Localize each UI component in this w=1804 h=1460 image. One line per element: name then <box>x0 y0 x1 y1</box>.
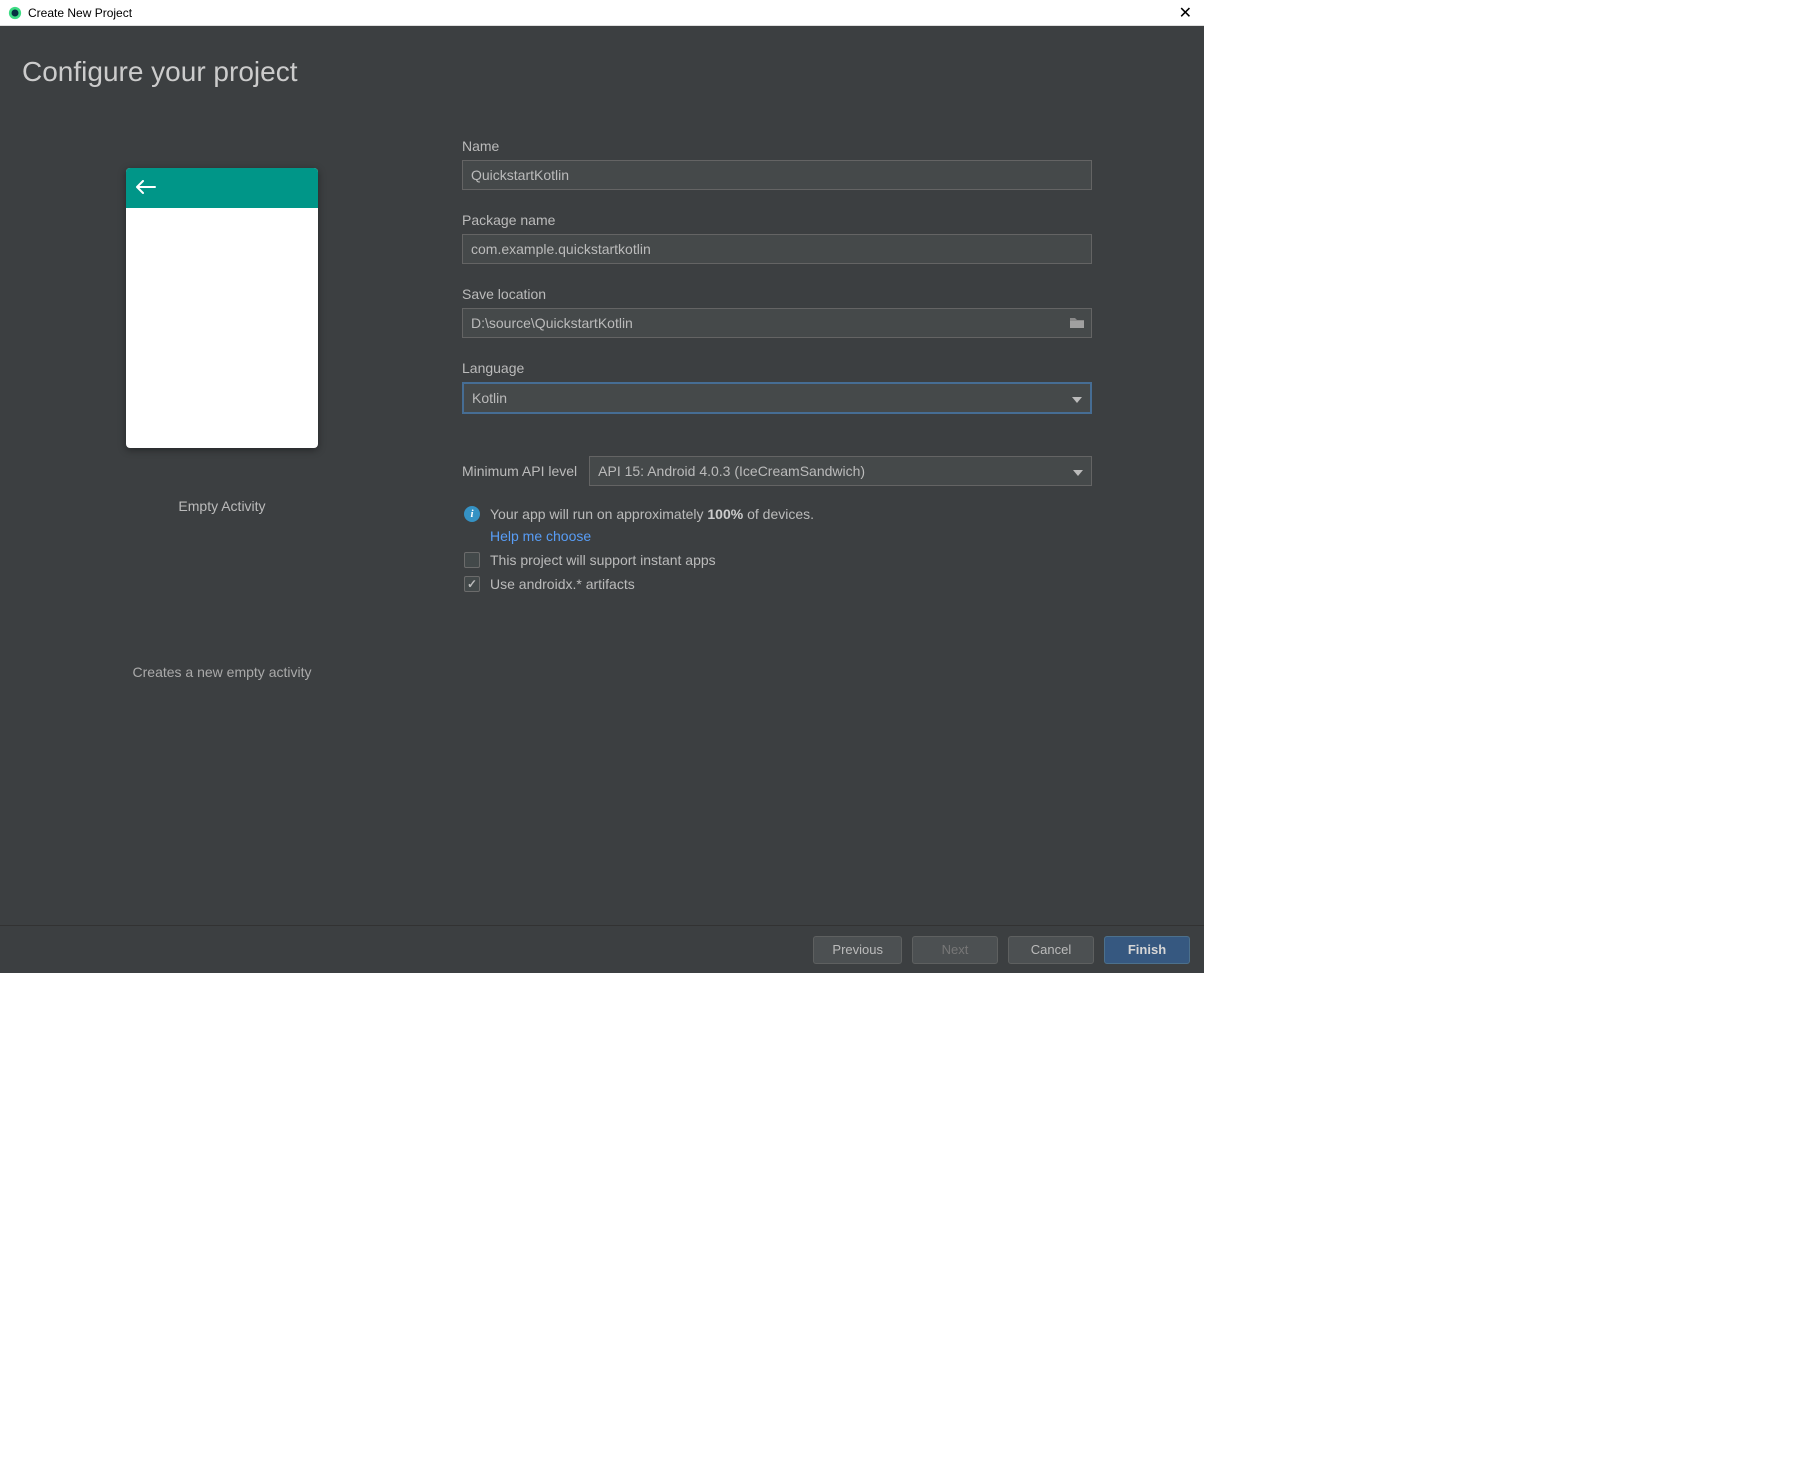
preview-column: Empty Activity Creates a new empty activ… <box>22 138 422 680</box>
api-label: Minimum API level <box>462 463 577 479</box>
chevron-down-icon <box>1072 390 1082 406</box>
androidx-checkbox[interactable] <box>464 576 480 592</box>
name-value: QuickstartKotlin <box>471 167 569 183</box>
location-value: D:\source\QuickstartKotlin <box>471 315 633 331</box>
window-title: Create New Project <box>28 6 132 20</box>
field-language: Language Kotlin <box>462 360 1092 414</box>
next-button[interactable]: Next <box>912 936 998 964</box>
folder-icon[interactable] <box>1069 315 1085 332</box>
info-icon: i <box>464 506 480 522</box>
titlebar: Create New Project ✕ <box>0 0 1204 26</box>
field-location: Save location D:\source\QuickstartKotlin <box>462 286 1092 338</box>
location-input[interactable]: D:\source\QuickstartKotlin <box>462 308 1092 338</box>
previous-button[interactable]: Previous <box>813 936 902 964</box>
androidx-label: Use androidx.* artifacts <box>490 576 635 592</box>
titlebar-left: Create New Project <box>8 6 132 20</box>
location-label: Save location <box>462 286 1092 302</box>
api-value: API 15: Android 4.0.3 (IceCreamSandwich) <box>598 463 865 479</box>
finish-button[interactable]: Finish <box>1104 936 1190 964</box>
preview-label: Empty Activity <box>178 498 265 514</box>
body: Empty Activity Creates a new empty activ… <box>22 138 1182 680</box>
language-label: Language <box>462 360 1092 376</box>
api-info: i Your app will run on approximately 100… <box>462 506 1092 522</box>
preview-appbar <box>126 168 318 208</box>
main: Configure your project Empty Activity <box>0 26 1204 973</box>
language-value: Kotlin <box>472 390 507 406</box>
package-label: Package name <box>462 212 1092 228</box>
window: Create New Project ✕ Configure your proj… <box>0 0 1204 973</box>
field-api: Minimum API level API 15: Android 4.0.3 … <box>462 456 1092 486</box>
form-column: Name QuickstartKotlin Package name com.e… <box>462 138 1182 680</box>
content: Configure your project Empty Activity <box>0 26 1204 925</box>
package-input[interactable]: com.example.quickstartkotlin <box>462 234 1092 264</box>
back-arrow-icon <box>136 179 156 197</box>
api-info-prefix: Your app will run on approximately <box>490 506 707 522</box>
footer: Previous Next Cancel Finish <box>0 925 1204 973</box>
api-info-suffix: of devices. <box>743 506 814 522</box>
api-info-percent: 100% <box>707 506 743 522</box>
activity-preview <box>126 168 318 448</box>
instant-apps-row: This project will support instant apps <box>462 552 1092 568</box>
chevron-down-icon <box>1073 463 1083 479</box>
api-select[interactable]: API 15: Android 4.0.3 (IceCreamSandwich) <box>589 456 1092 486</box>
name-input[interactable]: QuickstartKotlin <box>462 160 1092 190</box>
cancel-button[interactable]: Cancel <box>1008 936 1094 964</box>
instant-apps-label: This project will support instant apps <box>490 552 716 568</box>
language-select[interactable]: Kotlin <box>462 382 1092 414</box>
field-name: Name QuickstartKotlin <box>462 138 1092 190</box>
field-package: Package name com.example.quickstartkotli… <box>462 212 1092 264</box>
preview-description: Creates a new empty activity <box>133 664 312 680</box>
api-info-text: Your app will run on approximately 100% … <box>490 506 814 522</box>
help-me-choose-link[interactable]: Help me choose <box>490 528 1092 544</box>
close-icon[interactable]: ✕ <box>1175 3 1196 23</box>
page-title: Configure your project <box>22 56 1182 88</box>
instant-apps-checkbox[interactable] <box>464 552 480 568</box>
package-value: com.example.quickstartkotlin <box>471 241 651 257</box>
name-label: Name <box>462 138 1092 154</box>
androidx-row: Use androidx.* artifacts <box>462 576 1092 592</box>
android-studio-icon <box>8 6 22 20</box>
